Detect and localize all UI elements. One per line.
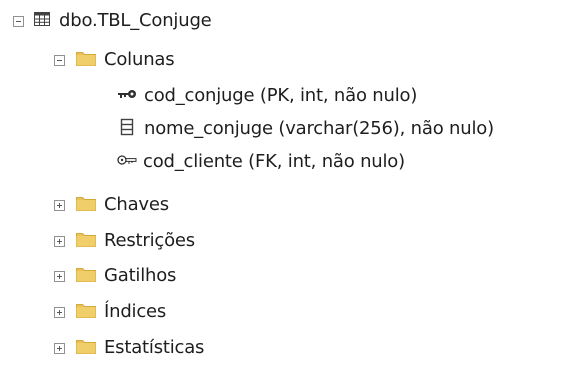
folder-label: Gatilhos bbox=[104, 265, 177, 286]
folder-constraints[interactable]: Restrições bbox=[54, 226, 195, 256]
collapse-toggle-table[interactable] bbox=[13, 15, 24, 27]
column-item-cod-cliente[interactable]: cod_cliente (FK, int, não nulo) bbox=[117, 147, 405, 177]
folder-label: Restrições bbox=[104, 230, 195, 251]
column-item-cod-conjuge[interactable]: cod_conjuge (PK, int, não nulo) bbox=[117, 81, 417, 111]
folder-keys[interactable]: Chaves bbox=[54, 190, 169, 220]
table-label: dbo.TBL_Conjuge bbox=[59, 10, 212, 31]
folder-label: Colunas bbox=[104, 49, 175, 70]
table-node[interactable]: dbo.TBL_Conjuge bbox=[13, 6, 212, 36]
expand-toggle-keys[interactable] bbox=[54, 199, 65, 211]
expand-toggle-constraints[interactable] bbox=[54, 235, 65, 247]
folder-icon bbox=[76, 266, 96, 287]
folder-indexes[interactable]: Índices bbox=[54, 297, 166, 327]
folder-icon bbox=[76, 338, 96, 359]
folder-label: Índices bbox=[104, 301, 167, 322]
collapse-toggle-columns[interactable] bbox=[54, 54, 65, 66]
column-label: cod_conjuge (PK, int, não nulo) bbox=[144, 85, 418, 106]
column-item-nome-conjuge[interactable]: nome_conjuge (varchar(256), não nulo) bbox=[117, 114, 494, 144]
folder-statistics[interactable]: Estatísticas bbox=[54, 333, 204, 363]
folder-icon bbox=[76, 302, 96, 323]
folder-icon bbox=[76, 231, 96, 252]
folder-triggers[interactable]: Gatilhos bbox=[54, 261, 176, 291]
column-icon bbox=[120, 118, 134, 141]
expand-toggle-statistics[interactable] bbox=[54, 342, 65, 354]
folder-icon bbox=[76, 50, 96, 71]
column-label: nome_conjuge (varchar(256), não nulo) bbox=[144, 118, 494, 139]
expand-toggle-indexes[interactable] bbox=[54, 306, 65, 318]
folder-label: Estatísticas bbox=[104, 337, 205, 358]
folder-label: Chaves bbox=[104, 194, 169, 215]
foreign-key-icon bbox=[117, 152, 137, 173]
folder-icon bbox=[76, 195, 96, 216]
expand-toggle-triggers[interactable] bbox=[54, 270, 65, 282]
column-label: cod_cliente (FK, int, não nulo) bbox=[143, 151, 405, 172]
folder-columns[interactable]: Colunas bbox=[54, 45, 175, 75]
object-explorer-tree: dbo.TBL_Conjuge Colunas cod_conjuge (PK,… bbox=[0, 0, 580, 365]
table-icon bbox=[34, 11, 50, 32]
primary-key-icon bbox=[117, 86, 137, 107]
